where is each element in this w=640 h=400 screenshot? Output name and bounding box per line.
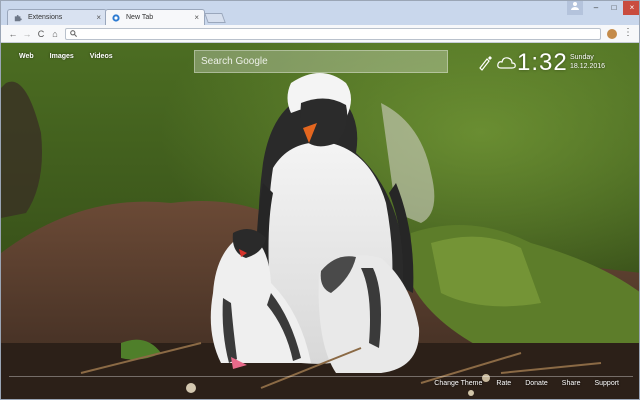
clock-time: 1:32 — [517, 49, 568, 76]
day-label: Sunday — [570, 54, 594, 61]
maximize-button[interactable]: □ — [605, 1, 623, 15]
close-window-button[interactable]: × — [623, 1, 639, 15]
cloud-icon[interactable] — [497, 55, 517, 71]
new-tab-logo-icon — [112, 14, 120, 22]
tab-label: New Tab — [126, 14, 154, 21]
search-input[interactable] — [195, 51, 447, 72]
nav-link-videos[interactable]: Videos — [90, 53, 113, 60]
share-link[interactable]: Share — [562, 380, 581, 387]
user-profile-icon[interactable] — [567, 1, 583, 15]
extension-icon[interactable] — [607, 29, 617, 39]
donate-link[interactable]: Donate — [525, 380, 548, 387]
search-icon — [70, 30, 78, 39]
penguin-background-image — [1, 43, 639, 399]
tab-new-tab[interactable]: New Tab × — [105, 9, 205, 25]
home-button[interactable]: ⌂ — [49, 27, 61, 41]
date-label: 18.12.2016 — [570, 63, 606, 70]
change-theme-link[interactable]: Change Theme — [434, 380, 482, 387]
tab-close-icon[interactable]: × — [96, 10, 101, 26]
new-tab-page: Web Images Videos 1:32 Sunday 18.12.2016… — [1, 43, 639, 399]
browser-menu-button[interactable]: ⋮ — [623, 27, 633, 38]
nav-link-images[interactable]: Images — [50, 53, 74, 60]
footer-links: Change Theme Rate Donate Share Support — [434, 380, 619, 387]
new-tab-button[interactable] — [204, 13, 226, 23]
brush-icon[interactable] — [477, 55, 493, 71]
tab-extensions[interactable]: Extensions × — [7, 9, 107, 25]
reload-button[interactable]: C — [35, 27, 47, 41]
browser-window: Extensions × New Tab × – □ × ← → C ⌂ ⋮ W… — [0, 0, 640, 400]
address-bar[interactable] — [65, 28, 601, 40]
tab-close-icon[interactable]: × — [194, 10, 199, 26]
browser-toolbar: ← → C ⌂ ⋮ — [1, 25, 639, 43]
search-type-nav: Web Images Videos — [19, 53, 113, 60]
support-link[interactable]: Support — [594, 380, 619, 387]
minimize-button[interactable]: – — [587, 1, 605, 15]
back-button[interactable]: ← — [7, 27, 19, 41]
search-box — [194, 50, 448, 73]
day-date: Sunday 18.12.2016 — [570, 53, 605, 71]
nav-link-web[interactable]: Web — [19, 53, 34, 60]
rate-link[interactable]: Rate — [496, 380, 511, 387]
footer-divider — [9, 376, 633, 377]
window-controls: – □ × — [567, 1, 639, 15]
tab-strip: Extensions × New Tab × – □ × — [1, 1, 639, 25]
tab-label: Extensions — [28, 14, 63, 21]
puzzle-icon — [14, 15, 22, 22]
forward-button[interactable]: → — [21, 27, 33, 41]
